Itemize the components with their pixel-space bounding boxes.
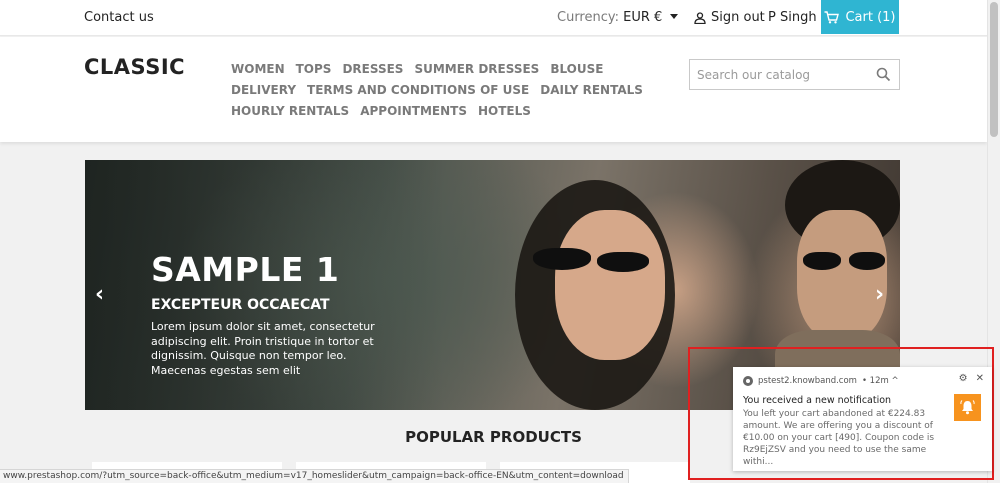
slide-description: Lorem ipsum dolor sit amet, consectetur …: [151, 320, 375, 377]
scrollbar-thumb[interactable]: [990, 2, 998, 137]
account-link[interactable]: P Singh: [768, 10, 817, 25]
menu-item-summer-dresses[interactable]: SUMMER DRESSES: [414, 59, 539, 80]
menu-item-terms[interactable]: TERMS AND CONDITIONS OF USE: [307, 80, 529, 101]
notification-time: • 12m ^: [861, 376, 899, 386]
slider-next-arrow-icon[interactable]: ›: [875, 282, 884, 307]
contact-us-link[interactable]: Contact us: [84, 10, 154, 25]
notification-site: pstest2.knowband.com: [758, 376, 857, 386]
menu-item-blouse[interactable]: BLOUSE: [550, 59, 603, 80]
menu-item-hotels[interactable]: HOTELS: [478, 101, 531, 122]
store-logo[interactable]: CLASSIC: [84, 55, 185, 79]
search-box: [689, 59, 900, 90]
notification-body: You left your cart abandoned at €224.83 …: [743, 409, 935, 467]
currency-selector[interactable]: Currency: EUR €: [557, 10, 679, 25]
notification-header: pstest2.knowband.com • 12m ^: [743, 376, 899, 386]
user-icon: [694, 11, 706, 24]
gear-icon[interactable]: ⚙: [959, 373, 968, 384]
cart-label: Cart (1): [845, 9, 896, 25]
menu-item-delivery[interactable]: DELIVERY: [231, 80, 296, 101]
chevron-down-icon: [670, 14, 679, 19]
menu-item-tops[interactable]: TOPS: [296, 59, 332, 80]
cart-button[interactable]: Cart (1): [821, 0, 899, 34]
menu-item-daily-rentals[interactable]: DAILY RENTALS: [540, 80, 643, 101]
menu-item-hourly-rentals[interactable]: HOURLY RENTALS: [231, 101, 349, 122]
cart-icon: [824, 10, 840, 23]
currency-value: EUR €: [623, 10, 663, 25]
site-header: CLASSIC WOMEN TOPS DRESSES SUMMER DRESSES BL…: [0, 37, 987, 142]
notification-controls: ⚙ ✕: [959, 373, 984, 384]
menu-item-dresses[interactable]: DRESSES: [342, 59, 403, 80]
push-notification[interactable]: pstest2.knowband.com • 12m ^ ⚙ ✕ You rec…: [733, 367, 992, 471]
menu-item-appointments[interactable]: APPOINTMENTS: [360, 101, 467, 122]
browser-status-bar: www.prestashop.com/?utm_source=back-offi…: [0, 469, 629, 483]
search-input[interactable]: [690, 60, 870, 89]
slide-title: SAMPLE 1: [151, 250, 340, 289]
notification-title: You received a new notification: [743, 395, 892, 406]
top-bar: Contact us Currency: EUR € Sign out P Si…: [0, 0, 987, 36]
main-menu: WOMEN TOPS DRESSES SUMMER DRESSES BLOUSE DELI…: [231, 59, 671, 122]
slide-subtitle: EXCEPTEUR OCCAECAT: [151, 297, 330, 313]
sign-out-link[interactable]: Sign out: [694, 10, 765, 25]
slider-prev-arrow-icon[interactable]: ‹: [95, 282, 104, 307]
bell-icon: [954, 394, 981, 421]
search-icon[interactable]: [876, 67, 891, 82]
browser-icon: [743, 376, 753, 386]
close-icon[interactable]: ✕: [976, 373, 984, 384]
currency-label: Currency:: [557, 10, 620, 25]
menu-item-women[interactable]: WOMEN: [231, 59, 285, 80]
sign-out-label: Sign out: [711, 10, 765, 25]
